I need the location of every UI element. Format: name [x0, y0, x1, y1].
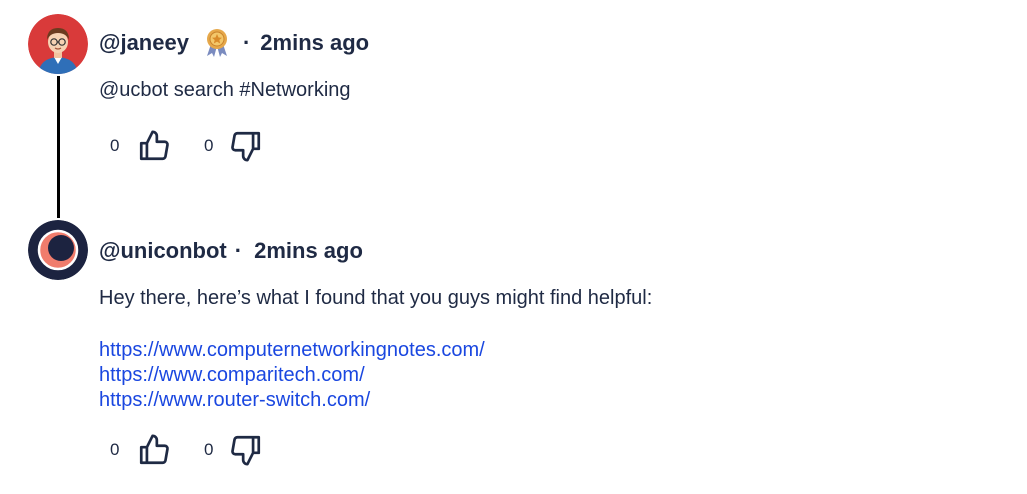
like-count: 0 — [110, 136, 120, 155]
timestamp: 2mins ago — [254, 238, 363, 263]
reaction-bar: 0 0 — [110, 128, 264, 164]
username[interactable]: @uniconbot — [99, 238, 227, 264]
result-link[interactable]: https://www.router-switch.com/ — [99, 388, 485, 413]
header-separator: · — [234, 238, 243, 263]
timestamp: 2mins ago — [260, 30, 370, 55]
thread-connector-line — [57, 76, 60, 218]
thumbs-down-icon — [231, 131, 261, 162]
like-button[interactable] — [136, 128, 172, 164]
dislike-count: 0 — [204, 440, 214, 459]
result-link[interactable]: https://www.comparitech.com/ — [99, 363, 485, 388]
comment-text: Hey there, here’s what I found that you … — [99, 287, 653, 309]
user-avatar-icon — [28, 14, 88, 74]
comment-text: @ucbot search #Networking — [99, 79, 351, 101]
like-button[interactable] — [136, 432, 172, 468]
award-ribbon-icon — [203, 28, 231, 58]
dislike-button[interactable] — [228, 432, 264, 468]
comment-header: @uniconbot · 2mins ago — [99, 236, 363, 266]
link-list: https://www.computernetworkingnotes.com/… — [99, 338, 485, 413]
dislike-button[interactable] — [228, 128, 264, 164]
thumbs-up-icon — [139, 434, 169, 465]
avatar[interactable] — [28, 220, 88, 280]
header-separator: · — [242, 30, 251, 55]
like-count: 0 — [110, 440, 120, 459]
bot-logo-icon — [28, 220, 88, 280]
thumbs-down-icon — [231, 435, 261, 466]
avatar[interactable] — [28, 14, 88, 74]
comment-header: @janeey · 2mins ago — [99, 28, 369, 58]
thumbs-up-icon — [139, 130, 169, 161]
comment-thread: @janeey · 2mins ago @ucbot search #Netwo… — [0, 0, 1027, 494]
reaction-bar: 0 0 — [110, 432, 264, 468]
username[interactable]: @janeey — [99, 30, 189, 56]
result-link[interactable]: https://www.computernetworkingnotes.com/ — [99, 338, 485, 363]
dislike-count: 0 — [204, 136, 214, 155]
